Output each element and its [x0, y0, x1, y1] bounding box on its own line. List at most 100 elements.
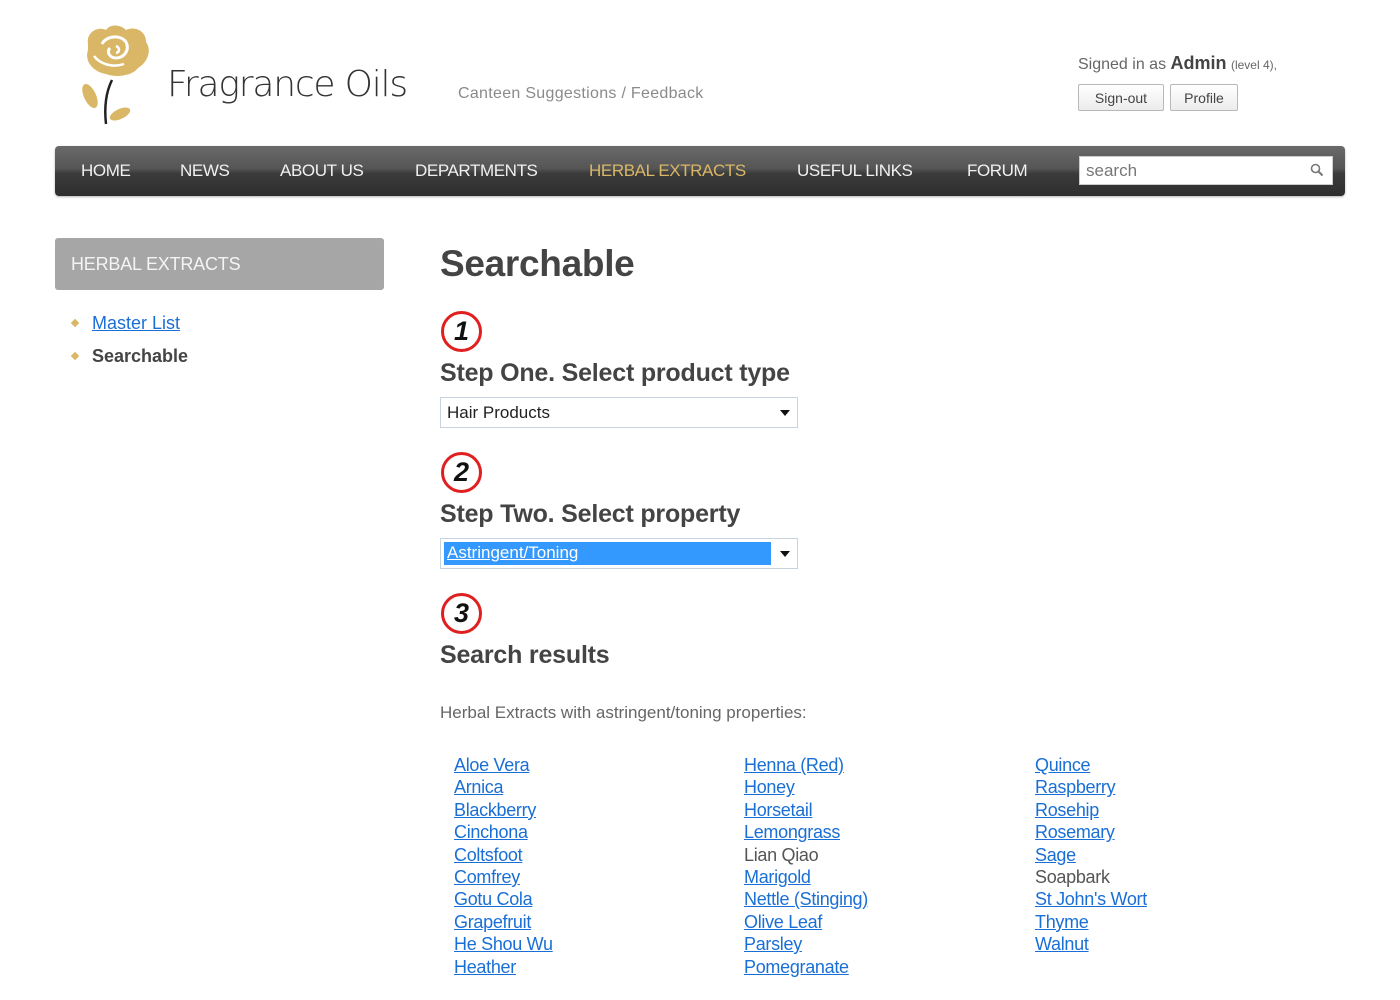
result-item[interactable]: Walnut: [1035, 934, 1147, 956]
result-item[interactable]: Gotu Cola: [454, 889, 553, 911]
result-item[interactable]: He Shou Wu: [454, 934, 553, 956]
step-1-badge: 1: [441, 311, 482, 352]
canteen-feedback-link-text[interactable]: Canteen Suggestions / Feedback: [458, 85, 704, 102]
sidebar-item-label[interactable]: Master List: [92, 313, 180, 333]
result-item[interactable]: Rosehip: [1035, 800, 1147, 822]
canteen-feedback-link[interactable]: Canteen Suggestions / Feedback: [458, 85, 704, 103]
nav-departments[interactable]: DEPARTMENTS: [415, 161, 538, 181]
result-text: Lian Qiao: [744, 844, 819, 865]
result-item[interactable]: Honey: [744, 777, 868, 799]
result-item[interactable]: St John's Wort: [1035, 889, 1147, 911]
sidebar-item-master-list[interactable]: Master List: [70, 313, 188, 346]
result-item[interactable]: Aloe Vera: [454, 755, 553, 777]
result-link[interactable]: Thyme: [1035, 912, 1089, 932]
product-type-select[interactable]: Hair Products: [440, 397, 798, 428]
result-item[interactable]: Marigold: [744, 867, 868, 889]
product-type-value: Hair Products: [447, 403, 550, 422]
result-item: Soapbark: [1035, 867, 1147, 889]
result-link[interactable]: Rosemary: [1035, 822, 1115, 842]
nav-news[interactable]: NEWS: [180, 161, 230, 181]
results-column-2: Henna (Red) Honey Horsetail Lemongrass Lian …: [744, 755, 868, 979]
result-item[interactable]: Arnica: [454, 777, 553, 799]
profile-button[interactable]: Profile: [1170, 84, 1238, 111]
result-link[interactable]: Marigold: [744, 867, 811, 887]
result-link[interactable]: Gotu Cola: [454, 889, 533, 909]
result-item[interactable]: Heather: [454, 957, 553, 979]
nav-useful-links[interactable]: USEFUL LINKS: [797, 161, 913, 181]
result-item[interactable]: Henna (Red): [744, 755, 868, 777]
search-box: [1079, 156, 1333, 185]
result-link[interactable]: Arnica: [454, 777, 504, 797]
step-2-title: Step Two. Select property: [440, 500, 741, 528]
result-item[interactable]: Rosemary: [1035, 822, 1147, 844]
result-item[interactable]: Thyme: [1035, 912, 1147, 934]
step-3-badge: 3: [441, 593, 482, 634]
result-link[interactable]: Sage: [1035, 845, 1076, 865]
result-link[interactable]: Rosehip: [1035, 800, 1099, 820]
result-item[interactable]: Olive Leaf: [744, 912, 868, 934]
result-item[interactable]: Sage: [1035, 845, 1147, 867]
result-item[interactable]: Quince: [1035, 755, 1147, 777]
sign-out-button[interactable]: Sign-out: [1078, 84, 1164, 111]
result-item[interactable]: Cinchona: [454, 822, 553, 844]
result-text: Soapbark: [1035, 866, 1110, 887]
result-item[interactable]: Lemongrass: [744, 822, 868, 844]
result-link[interactable]: Raspberry: [1035, 777, 1116, 797]
result-link[interactable]: Pomegranate: [744, 957, 849, 977]
result-link[interactable]: Cinchona: [454, 822, 528, 842]
sidebar-item-searchable[interactable]: Searchable: [70, 346, 188, 379]
results-column-1: Aloe Vera Arnica Blackberry Cinchona Coltsfo…: [454, 755, 553, 979]
step-3-title: Search results: [440, 641, 610, 669]
result-item[interactable]: Blackberry: [454, 800, 553, 822]
user-level: (level 4),: [1230, 58, 1277, 72]
result-link[interactable]: Walnut: [1035, 934, 1089, 954]
result-link[interactable]: Henna (Red): [744, 755, 844, 775]
main-nav: HOME NEWS ABOUT US DEPARTMENTS HERBAL EX…: [55, 146, 1345, 196]
property-select[interactable]: Astringent/Toning: [440, 538, 798, 569]
result-link[interactable]: Comfrey: [454, 867, 520, 887]
result-link[interactable]: Honey: [744, 777, 795, 797]
result-link[interactable]: Nettle (Stinging): [744, 889, 868, 909]
result-link[interactable]: Quince: [1035, 755, 1091, 775]
signed-in-prefix: Signed in as: [1078, 56, 1171, 73]
sidebar-item-label: Searchable: [92, 346, 189, 366]
results-intro: Herbal Extracts with astringent/toning p…: [440, 703, 807, 722]
nav-home[interactable]: HOME: [81, 161, 131, 181]
result-item[interactable]: Nettle (Stinging): [744, 889, 868, 911]
result-item[interactable]: Parsley: [744, 934, 868, 956]
property-value: Astringent/Toning: [447, 543, 579, 562]
result-link[interactable]: Parsley: [744, 934, 802, 954]
diamond-bullet-icon: [70, 351, 80, 361]
nav-forum[interactable]: FORUM: [967, 161, 1028, 181]
brand-name: Fragrance Oils: [167, 64, 408, 105]
result-link[interactable]: Coltsfoot: [454, 845, 523, 865]
result-item[interactable]: Pomegranate: [744, 957, 868, 979]
search-input[interactable]: [1080, 157, 1300, 184]
result-item: Lian Qiao: [744, 845, 868, 867]
dropdown-arrow-icon[interactable]: [780, 410, 790, 416]
search-icon[interactable]: [1310, 163, 1324, 177]
result-link[interactable]: Lemongrass: [744, 822, 840, 842]
step-2-badge: 2: [441, 452, 482, 493]
results-column-3: Quince Raspberry Rosehip Rosemary Sage Soapba…: [1035, 755, 1147, 957]
result-link[interactable]: Aloe Vera: [454, 755, 530, 775]
sidebar-heading: HERBAL EXTRACTS: [55, 238, 384, 290]
result-link[interactable]: Heather: [454, 957, 516, 977]
nav-herbal-extracts[interactable]: HERBAL EXTRACTS: [589, 161, 746, 181]
result-item[interactable]: Raspberry: [1035, 777, 1147, 799]
nav-about-us[interactable]: ABOUT US: [280, 161, 364, 181]
result-item[interactable]: Horsetail: [744, 800, 868, 822]
sidebar-menu: Master List Searchable: [70, 313, 188, 379]
result-item[interactable]: Grapefruit: [454, 912, 553, 934]
diamond-bullet-icon: [70, 318, 80, 328]
result-item[interactable]: Comfrey: [454, 867, 553, 889]
result-link[interactable]: Olive Leaf: [744, 912, 822, 932]
result-link[interactable]: Horsetail: [744, 800, 813, 820]
result-link[interactable]: He Shou Wu: [454, 934, 553, 954]
result-link[interactable]: Blackberry: [454, 800, 536, 820]
result-link[interactable]: Grapefruit: [454, 912, 531, 932]
rose-logo-icon[interactable]: [76, 22, 156, 128]
result-item[interactable]: Coltsfoot: [454, 845, 553, 867]
dropdown-arrow-icon[interactable]: [780, 551, 790, 557]
result-link[interactable]: St John's Wort: [1035, 889, 1147, 909]
